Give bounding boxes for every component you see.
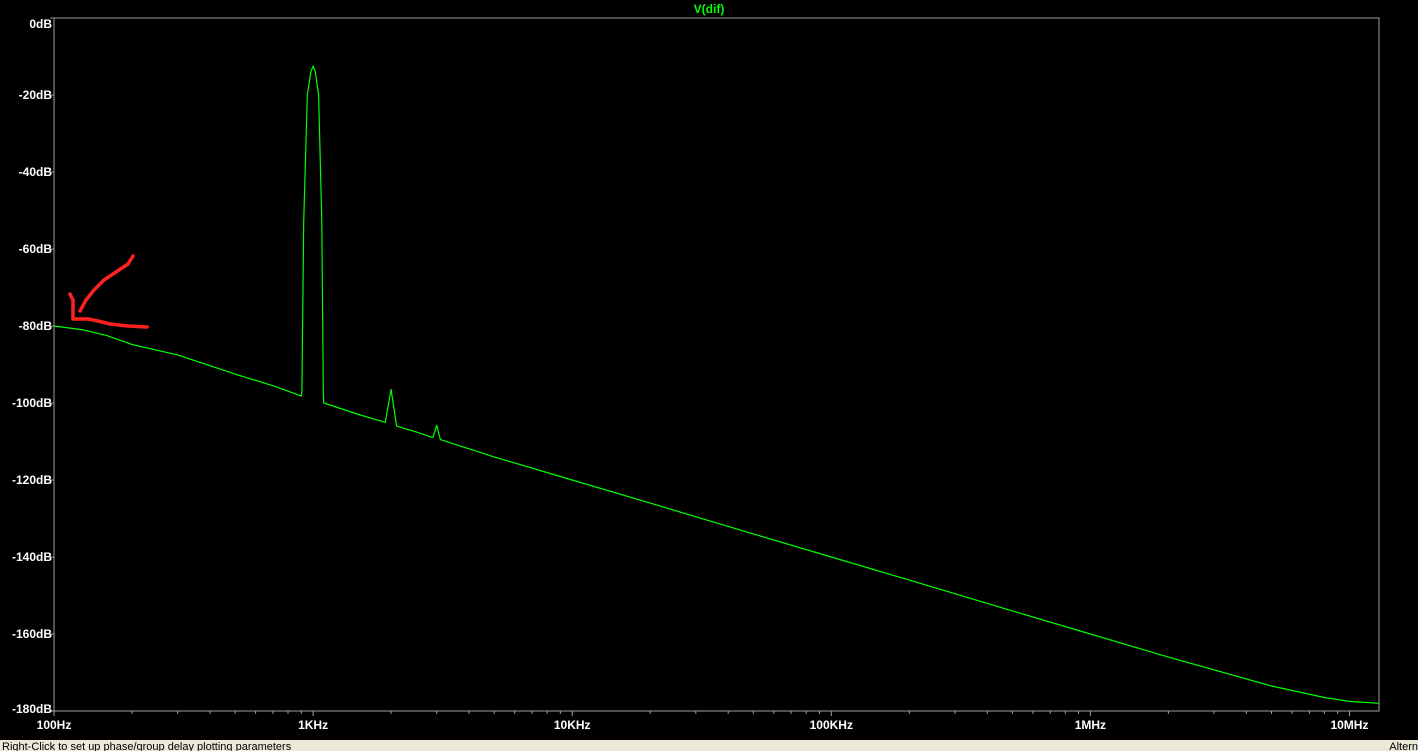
trace-v-dif	[53, 65, 1380, 704]
x-tick-label: 100Hz	[36, 718, 72, 732]
y-tick-label: -20dB	[18, 88, 52, 102]
trace-title[interactable]: V(dif)	[0, 2, 1418, 16]
x-tick-label: 1KHz	[298, 718, 329, 732]
plot-window[interactable]: V(dif) 0dB -20dB -40dB -60dB -80dB -100dB -120…	[0, 0, 1418, 740]
y-tick-label: -180dB	[11, 702, 52, 716]
status-right-text: Altern	[1389, 741, 1418, 751]
y-tick-label: -100dB	[11, 396, 52, 410]
annotation-mark-arrow	[78, 254, 135, 313]
status-message: Right-Click to set up phase/group delay …	[2, 741, 292, 751]
x-tick-label: 1MHz	[1074, 718, 1107, 732]
plot-frame	[53, 17, 1380, 712]
y-tick-label: -160dB	[11, 627, 52, 641]
y-tick-label: -140dB	[11, 550, 52, 564]
y-tick-label: 0dB	[29, 17, 52, 31]
y-tick-label: -60dB	[18, 242, 52, 256]
plot-canvas[interactable]	[0, 0, 1418, 740]
x-tick-label: 10MHz	[1330, 718, 1369, 732]
y-tick-label: -40dB	[18, 165, 52, 179]
x-tick-label: 10KHz	[553, 718, 591, 732]
y-tick-label: -80dB	[18, 319, 52, 333]
y-tick-label: -120dB	[11, 473, 52, 487]
x-tick-label: 100KHz	[809, 718, 853, 732]
status-bar: Right-Click to set up phase/group delay …	[0, 740, 1418, 751]
